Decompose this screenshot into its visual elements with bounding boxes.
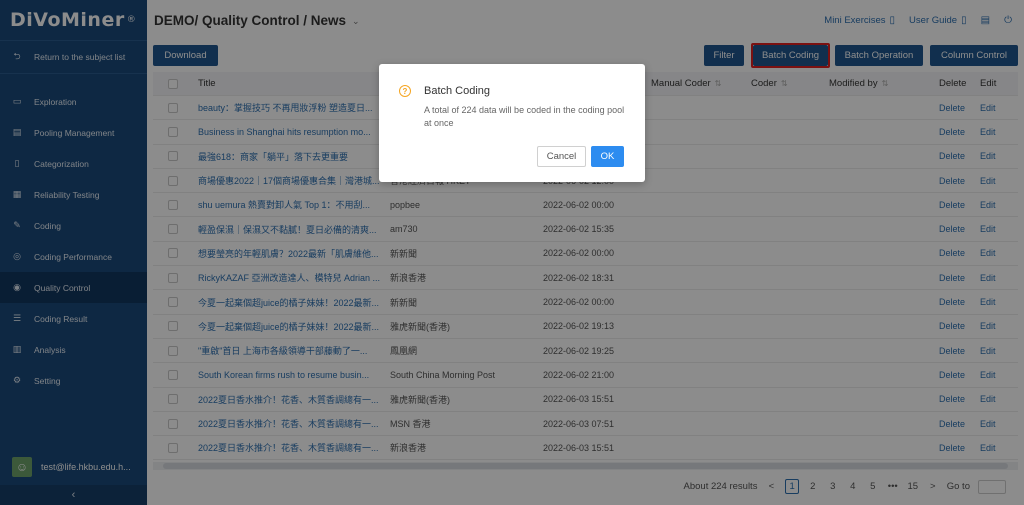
question-icon: ? <box>399 85 411 97</box>
batch-coding-dialog: ? Batch Coding A total of 224 data will … <box>379 64 645 182</box>
dialog-title: Batch Coding <box>424 85 491 97</box>
cancel-button[interactable]: Cancel <box>537 146 586 167</box>
dialog-message: A total of 224 data will be coded in the… <box>424 105 625 128</box>
ok-button[interactable]: OK <box>591 146 624 167</box>
